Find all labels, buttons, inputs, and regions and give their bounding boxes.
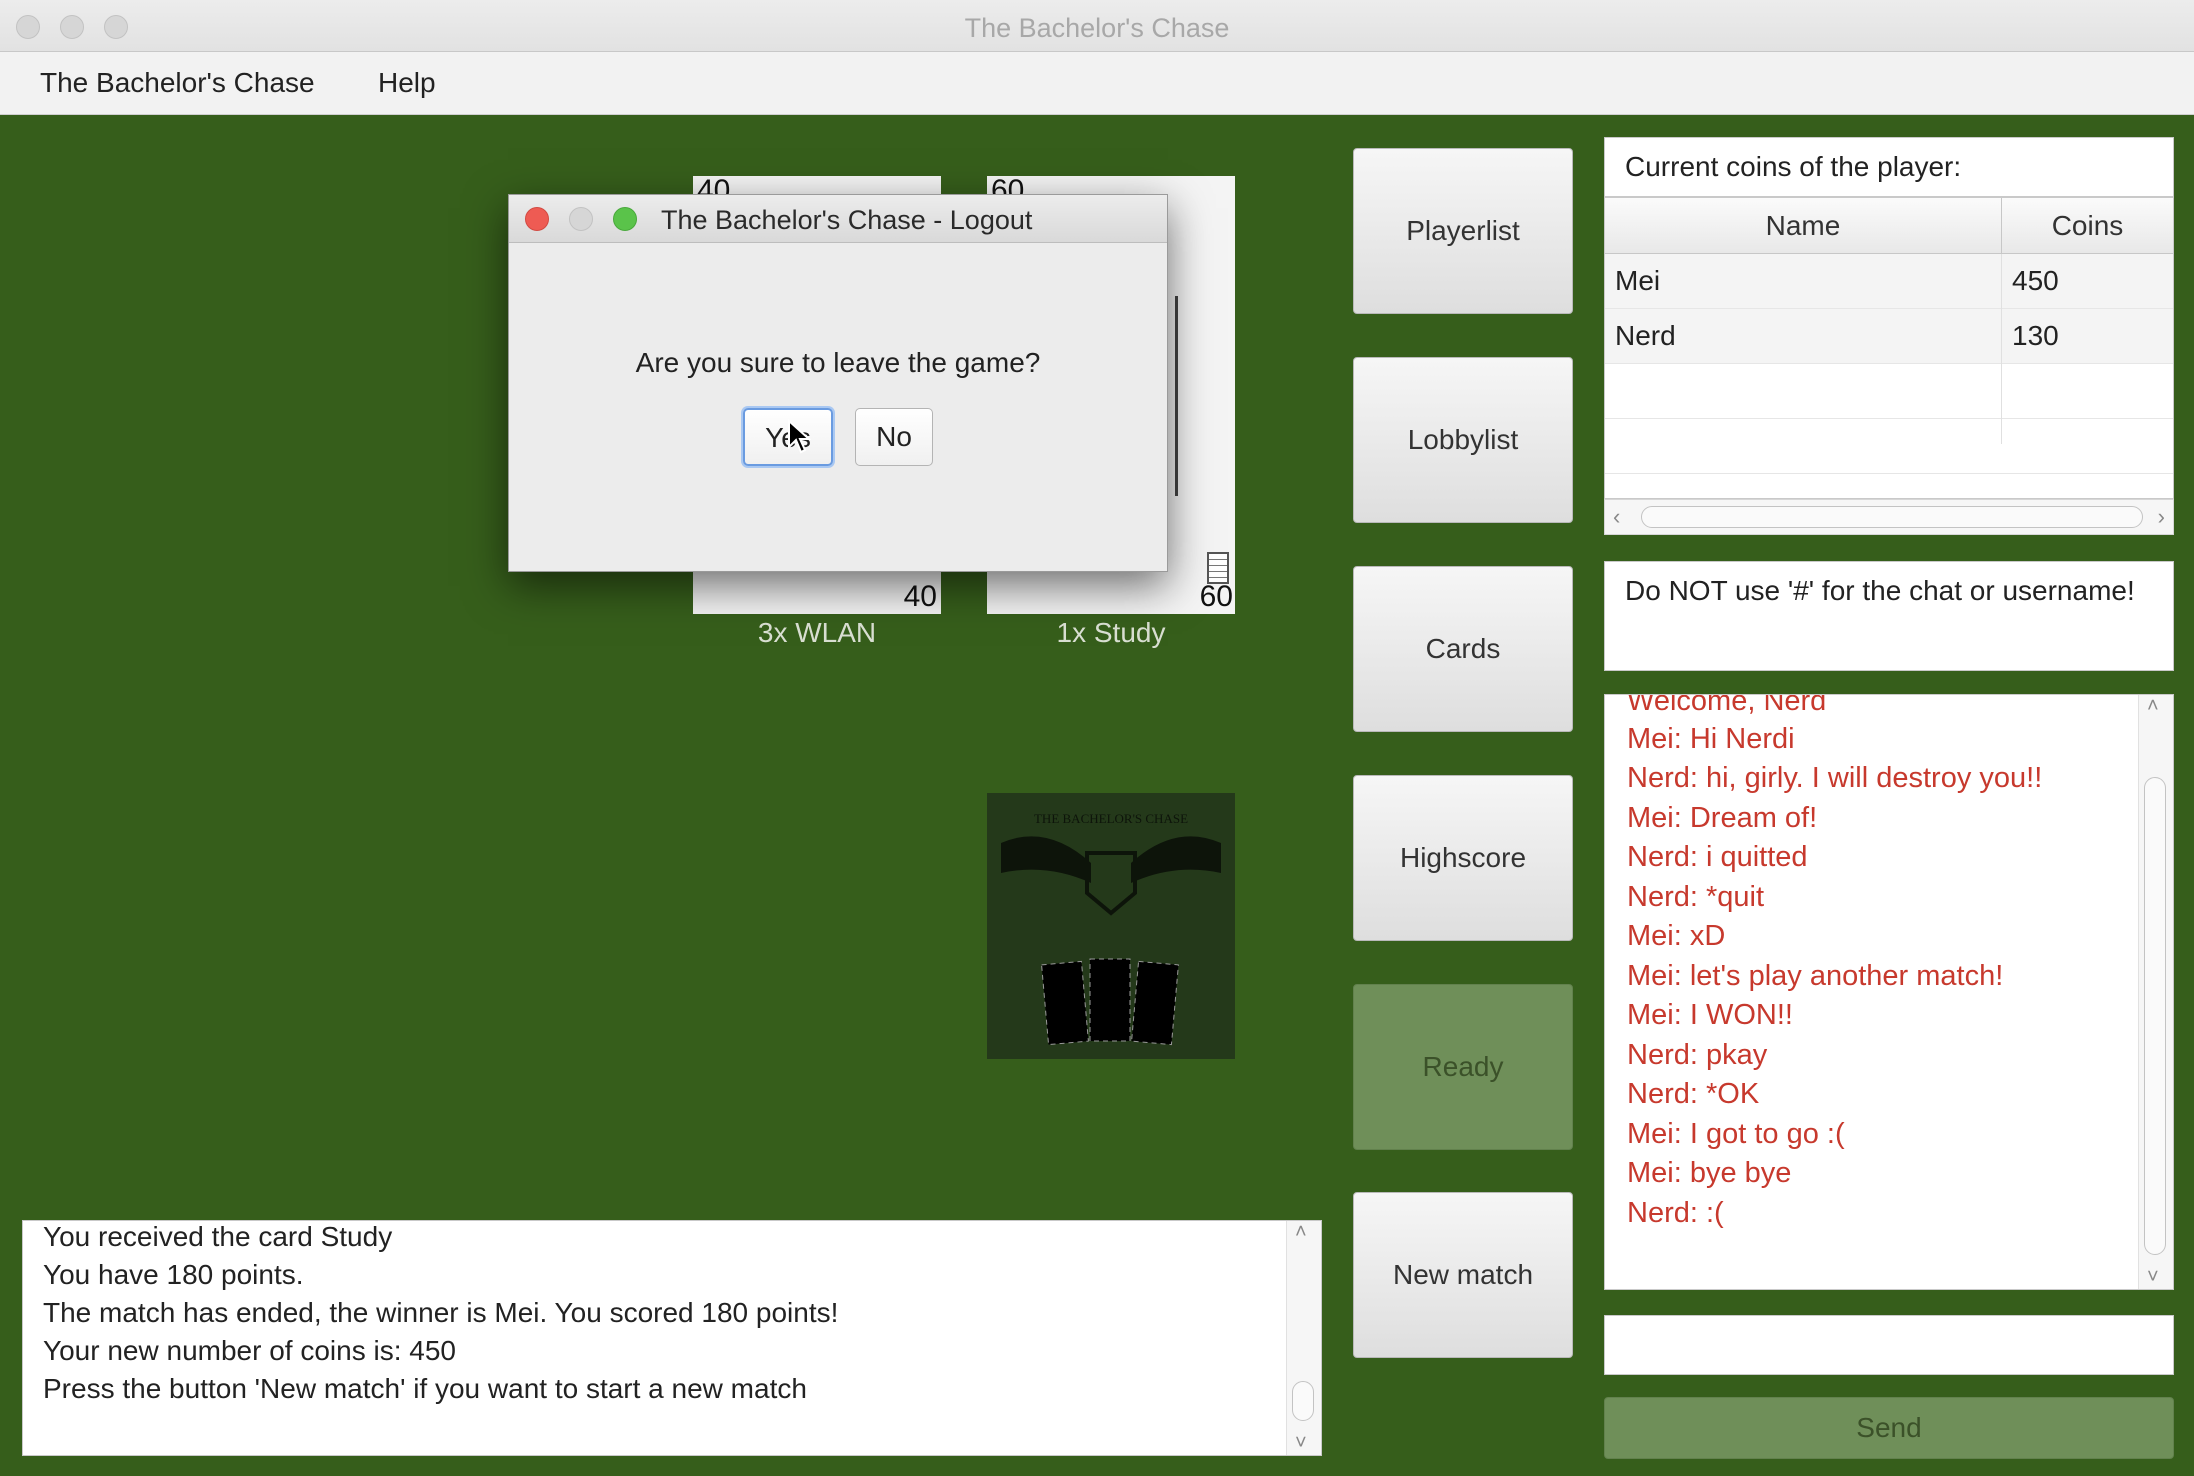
dialog-minimize-icon [569, 207, 593, 231]
cards-button[interactable]: Cards [1353, 566, 1573, 732]
chat-message: Nerd: *OK [1627, 1078, 1760, 1110]
deck-logo-icon: THE BACHELOR'S CHASE [1001, 811, 1221, 1046]
chat-message: Mei: Hi Nerdi [1627, 723, 1795, 755]
table-row[interactable]: Mei 450 [1605, 254, 2173, 309]
cell-name: Nerd [1615, 320, 1676, 351]
dialog-question: Are you sure to leave the game? [635, 347, 1041, 378]
card-wlan-label: 3x WLAN [757, 617, 877, 648]
lobbylist-button[interactable]: Lobbylist [1353, 357, 1573, 523]
log-message: You have 180 points. [43, 1259, 304, 1290]
scroll-up-icon[interactable]: ˄ [1295, 1221, 1307, 1244]
chat-message: Nerd: hi, girly. I will destroy you!! [1627, 762, 2043, 794]
log-message: Your new number of coins is: 450 [43, 1335, 456, 1366]
chat-scrollbar[interactable]: ˄ ˅ [2138, 695, 2173, 1289]
log-message: The match has ended, the winner is Mei. … [43, 1297, 839, 1328]
cell-coins: 450 [2012, 265, 2059, 296]
dialog-close-icon[interactable] [525, 207, 549, 231]
window-titlebar: The Bachelor's Chase [0, 0, 2194, 52]
log-message: You received the card Study [43, 1221, 393, 1252]
chat-message: Mei: xD [1627, 920, 1726, 952]
table-row-empty [1605, 364, 2173, 419]
scroll-left-icon[interactable]: ‹ [1613, 504, 1620, 530]
scrollbar-thumb[interactable] [1292, 1381, 1314, 1421]
menu-app[interactable]: The Bachelor's Chase [40, 52, 315, 115]
logout-dialog: The Bachelor's Chase - Logout Are you su… [508, 194, 1168, 572]
chat-message: Nerd: *quit [1627, 881, 1765, 913]
coins-header: Current coins of the player: [1604, 137, 2174, 197]
card-bottom-value: 40 [903, 580, 937, 613]
log-message: Press the button 'New match' if you want… [43, 1373, 807, 1404]
table-row-empty [1605, 419, 2173, 474]
scrollbar-thumb[interactable] [1641, 506, 2143, 528]
chat-message: Mei: bye bye [1627, 1157, 1792, 1189]
scroll-down-icon[interactable]: ˅ [1295, 1432, 1307, 1455]
table-row[interactable]: Nerd 130 [1605, 309, 2173, 364]
card-deck[interactable]: THE BACHELOR'S CHASE [987, 793, 1235, 1059]
horizontal-scrollbar[interactable]: ‹ › [1604, 499, 2174, 535]
send-button[interactable]: Send [1604, 1397, 2174, 1459]
deck-logo-text: THE BACHELOR'S CHASE [1034, 811, 1188, 826]
scroll-up-icon[interactable]: ˄ [2147, 695, 2159, 718]
scrollbar-thumb[interactable] [2144, 777, 2166, 1255]
chat-log: Welcome, Nerd Mei: Hi Nerdi Nerd: hi, gi… [1604, 694, 2174, 1290]
chat-message: Nerd: :( [1627, 1197, 1724, 1229]
new-match-button[interactable]: New match [1353, 1192, 1573, 1358]
playerlist-button[interactable]: Playerlist [1353, 148, 1573, 314]
menu-bar: The Bachelor's Chase Help [0, 52, 2194, 115]
scroll-right-icon[interactable]: › [2158, 504, 2165, 530]
card-study-label: 1x Study [1056, 617, 1166, 648]
coins-table: Name Coins Mei 450 Nerd 130 [1604, 197, 2174, 499]
game-log: You received the card Study You have 180… [22, 1220, 1322, 1456]
chat-message: Welcome, Nerd [1627, 694, 1827, 717]
card-bottom-value: 60 [1199, 580, 1233, 613]
chat-message: Mei: I got to go :( [1627, 1118, 1845, 1150]
chat-message: Mei: I WON!! [1627, 999, 1793, 1031]
chat-message: Nerd: pkay [1627, 1039, 1768, 1071]
chat-input[interactable] [1604, 1315, 2174, 1375]
chat-message: Nerd: i quitted [1627, 841, 1808, 873]
dialog-titlebar: The Bachelor's Chase - Logout [509, 195, 1167, 243]
dialog-zoom-icon[interactable] [613, 207, 637, 231]
column-divider [2001, 254, 2002, 444]
mouse-cursor-icon [788, 419, 811, 454]
log-scrollbar[interactable]: ˄ ˅ [1286, 1221, 1321, 1455]
scroll-down-icon[interactable]: ˅ [2147, 1266, 2159, 1289]
no-button[interactable]: No [855, 408, 933, 466]
chat-message: Mei: Dream of! [1627, 802, 1818, 834]
column-header-coins[interactable]: Coins [2002, 198, 2173, 254]
cell-name: Mei [1615, 265, 1661, 296]
dialog-title: The Bachelor's Chase - Logout [661, 205, 1033, 235]
window-title: The Bachelor's Chase [964, 13, 1230, 43]
ready-button[interactable]: Ready [1353, 984, 1573, 1150]
chat-rules-notice: Do NOT use '#' for the chat or username! [1604, 561, 2174, 671]
chat-message: Mei: let's play another match! [1627, 960, 2004, 992]
column-header-name[interactable]: Name [1605, 198, 2002, 254]
cell-coins: 130 [2012, 320, 2059, 351]
highscore-button[interactable]: Highscore [1353, 775, 1573, 941]
card-divider [1175, 296, 1178, 496]
menu-help[interactable]: Help [378, 52, 436, 115]
